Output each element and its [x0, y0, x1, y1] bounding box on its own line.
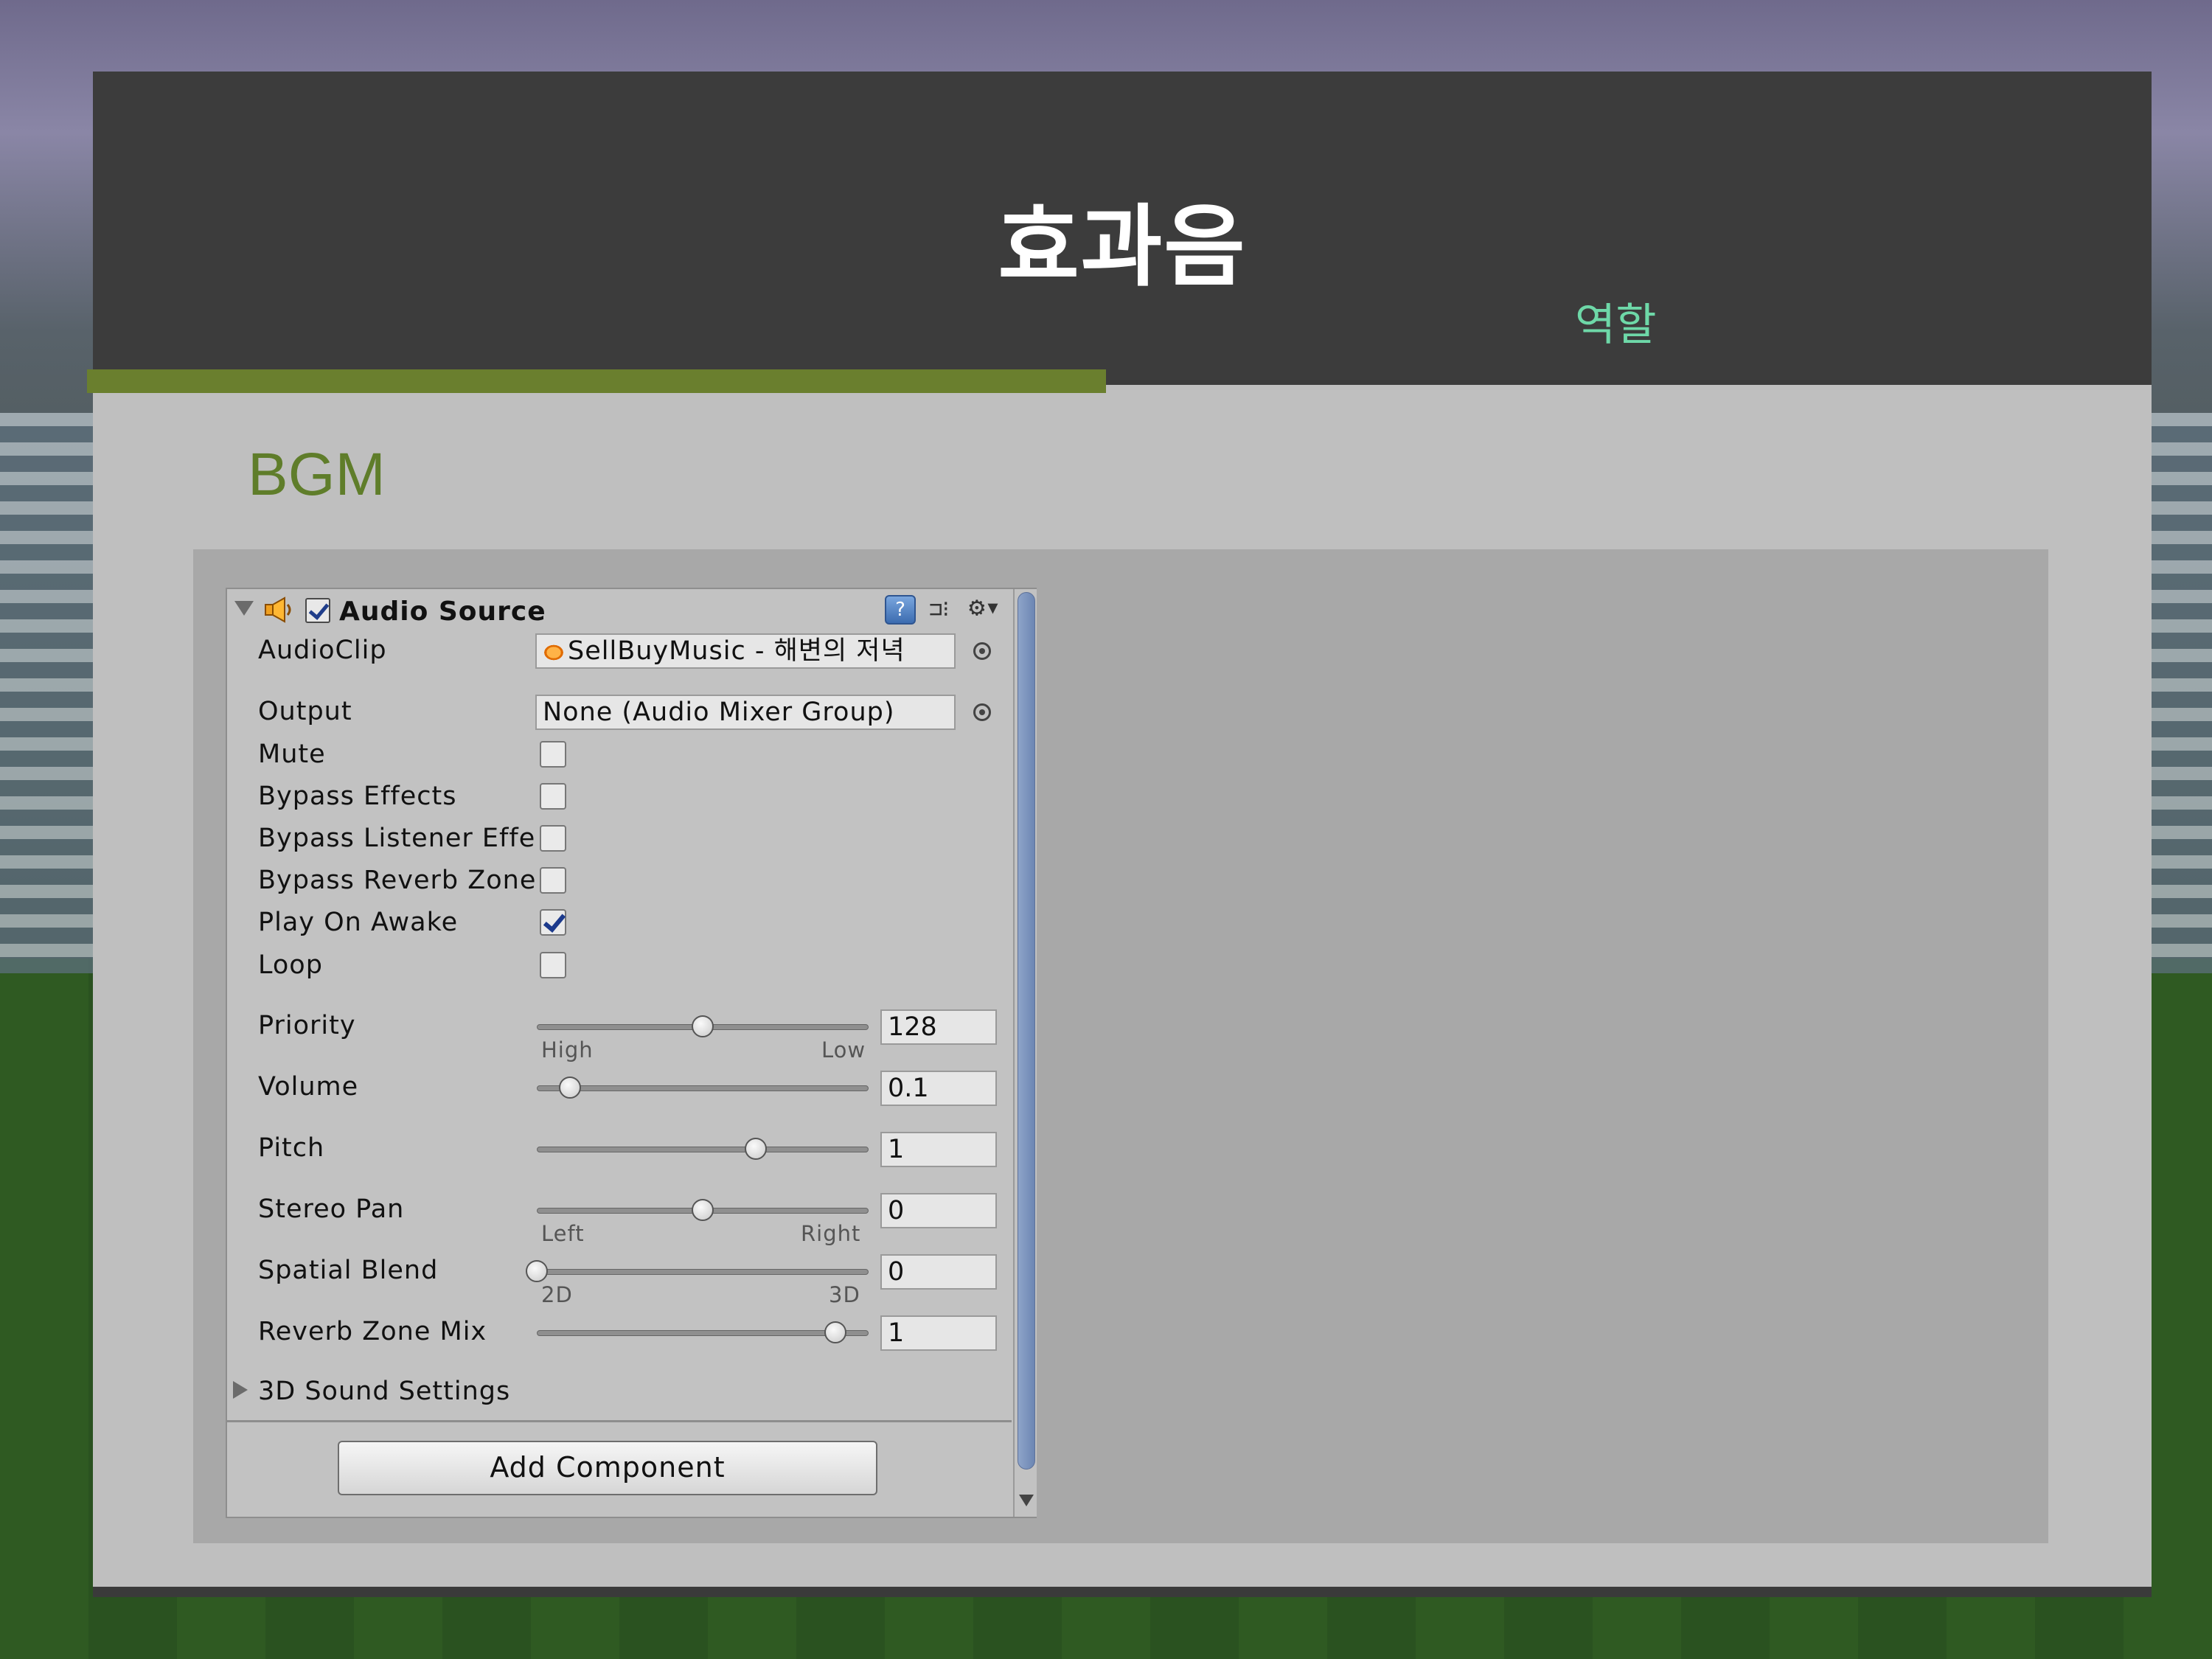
stereo-pan-slider-thumb[interactable]	[692, 1199, 714, 1221]
stereo-pan-min-label: Left	[541, 1221, 585, 1246]
scrollbar[interactable]	[1013, 589, 1037, 1517]
accent-bar	[87, 369, 1106, 393]
stereo-pan-label: Stereo Pan	[258, 1194, 405, 1224]
stereo-pan-field[interactable]: 0	[880, 1193, 997, 1228]
output-field[interactable]: None (Audio Mixer Group)	[535, 695, 956, 730]
spatial-blend-field[interactable]: 0	[880, 1254, 997, 1290]
scroll-down-arrow-icon[interactable]	[1019, 1495, 1034, 1506]
priority-slider-thumb[interactable]	[692, 1015, 714, 1037]
reverb-zone-mix-slider-thumb[interactable]	[824, 1321, 846, 1343]
mute-label: Mute	[258, 740, 326, 769]
spatial-blend-min-label: 2D	[541, 1282, 573, 1307]
pitch-label: Pitch	[258, 1133, 325, 1163]
play-on-awake-label: Play On Awake	[258, 908, 459, 937]
object-picker-icon[interactable]	[973, 642, 991, 660]
spatial-blend-slider-thumb[interactable]	[526, 1260, 548, 1282]
audioclip-value: SellBuyMusic - 해변의 저녁	[568, 636, 905, 666]
foldout-arrow-icon[interactable]	[234, 601, 254, 616]
divider	[227, 1420, 1012, 1422]
component-header[interactable]: Audio Source ? ⊐⁝ ⚙▾	[227, 589, 1015, 629]
priority-label: Priority	[258, 1011, 356, 1040]
volume-field[interactable]: 0.1	[880, 1071, 997, 1106]
audioclip-field[interactable]: SellBuyMusic - 해변의 저녁	[535, 633, 956, 669]
slide-title: 효과음	[998, 196, 1247, 299]
pitch-field[interactable]: 1	[880, 1132, 997, 1167]
spatial-blend-label: Spatial Blend	[258, 1256, 439, 1285]
priority-field[interactable]: 128	[880, 1009, 997, 1045]
mute-checkbox[interactable]	[540, 741, 566, 768]
speaker-icon	[265, 597, 291, 623]
priority-max-label: Low	[821, 1037, 866, 1062]
object-picker-icon[interactable]	[973, 703, 991, 721]
background-stand-left	[0, 413, 96, 973]
reverb-zone-mix-slider[interactable]	[537, 1330, 869, 1336]
slide-subtitle: 역할	[1575, 299, 1657, 351]
help-icon[interactable]: ?	[885, 595, 916, 625]
stereo-pan-max-label: Right	[801, 1221, 861, 1246]
reverb-zone-mix-field[interactable]: 1	[880, 1315, 997, 1351]
spatial-blend-slider[interactable]	[537, 1269, 869, 1275]
pitch-slider-thumb[interactable]	[745, 1138, 767, 1160]
volume-label: Volume	[258, 1072, 359, 1102]
add-component-button[interactable]: Add Component	[338, 1441, 877, 1495]
volume-slider[interactable]	[537, 1085, 869, 1091]
volume-slider-thumb[interactable]	[559, 1077, 581, 1099]
gear-icon[interactable]: ⚙▾	[969, 592, 1006, 625]
play-on-awake-checkbox[interactable]	[540, 909, 566, 936]
slide-header: 효과음 역할	[93, 72, 2152, 385]
background-stand-right	[2146, 413, 2212, 973]
slide-bottom-line	[93, 1587, 2152, 1597]
priority-min-label: High	[541, 1037, 594, 1062]
loop-label: Loop	[258, 950, 323, 980]
bypass-reverb-zones-label: Bypass Reverb Zone	[258, 866, 537, 895]
foldout-arrow-right-icon[interactable]	[233, 1381, 248, 1399]
bypass-reverb-zones-checkbox[interactable]	[540, 867, 566, 894]
reverb-zone-mix-label: Reverb Zone Mix	[258, 1317, 487, 1346]
output-label: Output	[258, 697, 352, 726]
bypass-effects-checkbox[interactable]	[540, 783, 566, 810]
bypass-listener-effects-label: Bypass Listener Effe	[258, 824, 536, 853]
audioclip-label: AudioClip	[258, 636, 387, 665]
loop-checkbox[interactable]	[540, 952, 566, 978]
bypass-effects-label: Bypass Effects	[258, 782, 457, 811]
pitch-slider[interactable]	[537, 1147, 869, 1152]
component-title: Audio Source	[339, 597, 546, 627]
spatial-blend-max-label: 3D	[829, 1282, 860, 1307]
sound-settings-foldout[interactable]: 3D Sound Settings	[258, 1377, 510, 1406]
section-heading: BGM	[248, 441, 386, 508]
scrollbar-thumb[interactable]	[1018, 592, 1035, 1470]
preset-icon[interactable]: ⊐⁝	[929, 597, 959, 625]
component-enabled-checkbox[interactable]	[305, 598, 330, 623]
audio-source-inspector: Audio Source ? ⊐⁝ ⚙▾ AudioClip SellBuyMu…	[226, 588, 1037, 1518]
bypass-listener-effects-checkbox[interactable]	[540, 825, 566, 852]
audio-clip-icon	[543, 644, 565, 661]
